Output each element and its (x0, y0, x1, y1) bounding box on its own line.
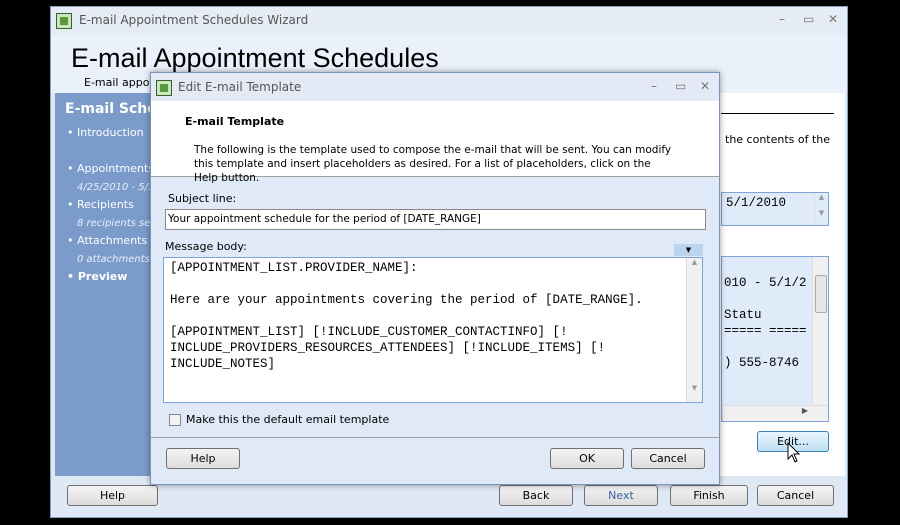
dialog-close-icon[interactable]: ✕ (700, 79, 710, 93)
text-line: ) 555-8746 (724, 356, 800, 370)
text-line: 010 - 5/1/2 (724, 276, 807, 290)
sidebar-item-recipients[interactable]: • Recipients (67, 198, 134, 211)
dialog-description: The following is the template used to co… (194, 144, 672, 184)
dialog-maximize-icon[interactable]: ▭ (675, 79, 686, 93)
dialog-title-bar: Edit E-mail Template – ▭ ✕ (151, 73, 719, 101)
app-icon (56, 13, 72, 29)
wizard-title: E-mail Appointment Schedules Wizard (79, 13, 309, 27)
text-line (170, 276, 643, 292)
minimize-icon[interactable]: – (779, 12, 785, 26)
next-button[interactable]: Next (584, 485, 658, 506)
body-label: Message body: (165, 240, 247, 253)
subject-input[interactable]: Your appointment schedule for the period… (165, 209, 706, 230)
message-body-textarea[interactable]: [APPOINTMENT_LIST.PROVIDER_NAME]: Here ar… (163, 257, 703, 403)
list-scrollbar[interactable]: ▲ ▼ (814, 193, 828, 225)
date-list[interactable]: 5/1/2010 ▲ ▼ (721, 192, 829, 226)
text-line: ===== ===== (724, 324, 807, 338)
subject-label: Subject line: (168, 192, 237, 205)
mouse-cursor-icon (787, 442, 801, 463)
text-line (170, 308, 643, 324)
wizard-sidebar: E-mail Schedules • Introduction • Appoin… (55, 93, 199, 476)
dialog-cancel-button[interactable]: Cancel (631, 448, 705, 469)
text-line (724, 339, 807, 355)
edit-template-dialog: Edit E-mail Template – ▭ ✕ E-mail Templa… (150, 72, 720, 485)
preview-box[interactable]: 010 - 5/1/2 Statu ===== ===== ) 555-8746 ▶ (721, 256, 829, 422)
sidebar-item-appointments[interactable]: • Appointments (67, 162, 154, 175)
sidebar-item-attachments[interactable]: • Attachments (67, 234, 147, 247)
divider (721, 113, 834, 114)
text-line: INCLUDE_PROVIDERS_RESOURCES_ATTENDEES] [… (170, 341, 606, 355)
text-line (724, 291, 807, 307)
text-line: [APPOINTMENT_LIST.PROVIDER_NAME]: (170, 261, 418, 275)
dialog-icon (156, 80, 172, 96)
wizard-help-button[interactable]: Help (67, 485, 158, 506)
wizard-cancel-button[interactable]: Cancel (757, 485, 834, 506)
finish-button[interactable]: Finish (670, 485, 748, 506)
default-template-checkbox[interactable] (169, 414, 181, 426)
dialog-divider (151, 437, 719, 438)
text-line: INCLUDE_NOTES] (170, 357, 276, 371)
sidebar-item-introduction[interactable]: • Introduction (67, 126, 144, 139)
horizontal-scrollbar[interactable]: ▶ (722, 405, 828, 421)
text-line: Here are your appointments covering the … (170, 293, 643, 307)
wizard-title-bar: E-mail Appointment Schedules Wizard – ▭ … (51, 7, 847, 35)
content-description: the contents of the (725, 133, 831, 146)
vertical-scrollbar[interactable] (812, 257, 828, 405)
text-line (724, 259, 807, 275)
default-template-label: Make this the default email template (186, 413, 390, 426)
sidebar-sub-attachments: 0 attachments (77, 254, 150, 265)
text-line: Statu (724, 308, 762, 322)
back-button[interactable]: Back (499, 485, 573, 506)
body-scrollbar[interactable]: ▲ ▼ (686, 258, 702, 402)
maximize-icon[interactable]: ▭ (803, 12, 814, 26)
page-title: E-mail Appointment Schedules (71, 43, 439, 73)
close-icon[interactable]: ✕ (828, 12, 838, 26)
scroll-thumb[interactable] (815, 275, 827, 313)
dialog-minimize-icon[interactable]: – (651, 79, 657, 93)
dialog-header: E-mail Template The following is the tem… (151, 101, 719, 184)
dialog-heading: E-mail Template (185, 115, 285, 128)
chevron-down-icon[interactable]: ▼ (674, 244, 703, 256)
text-line: [APPOINTMENT_LIST] [!INCLUDE_CUSTOMER_CO… (170, 325, 568, 339)
ok-button[interactable]: OK (550, 448, 624, 469)
dialog-help-button[interactable]: Help (166, 448, 240, 469)
dialog-title: Edit E-mail Template (178, 80, 302, 94)
sidebar-item-preview[interactable]: • Preview (67, 270, 127, 283)
